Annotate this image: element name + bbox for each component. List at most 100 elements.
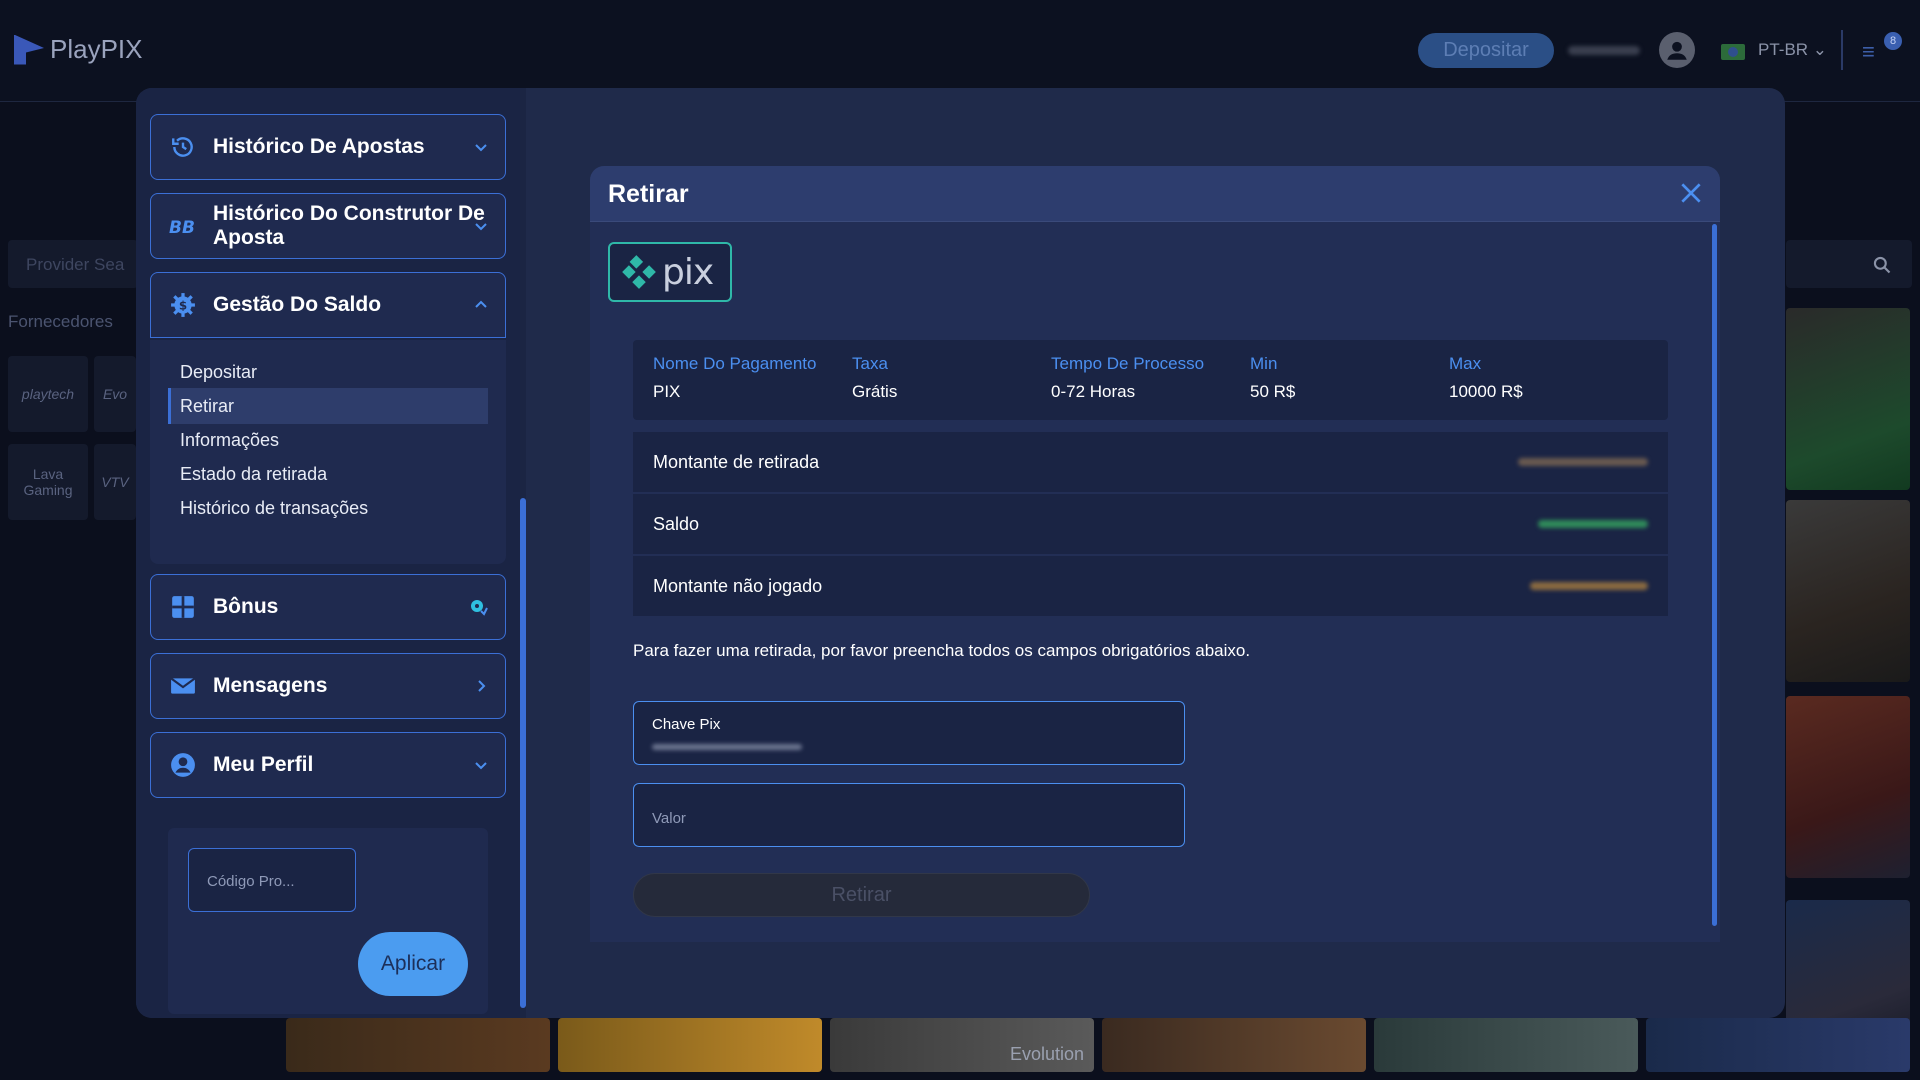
info-value: 10000 R$ bbox=[1449, 382, 1523, 401]
gift-icon bbox=[169, 593, 197, 621]
submenu-withdraw[interactable]: Retirar bbox=[168, 388, 488, 424]
amount-row-label: Saldo bbox=[653, 514, 700, 534]
provider-search-input[interactable]: Provider Sea bbox=[8, 240, 138, 288]
pix-key-field[interactable]: Chave Pix bbox=[633, 701, 1185, 765]
chevron-down-icon bbox=[475, 762, 487, 770]
svg-text:$: $ bbox=[179, 298, 187, 312]
info-column-process-time: Tempo De Processo 0-72 Horas bbox=[1051, 354, 1204, 402]
sidebar-scrollbar-thumb[interactable] bbox=[520, 498, 526, 1008]
sidebar-item-bonus[interactable]: Bônus bbox=[150, 574, 506, 640]
balance-gear-icon: $ bbox=[169, 291, 197, 319]
panel-scrollbar[interactable] bbox=[1712, 224, 1717, 926]
header-divider bbox=[1841, 30, 1843, 70]
providers-heading: Fornecedores bbox=[8, 312, 113, 331]
history-icon bbox=[169, 133, 197, 161]
brand-logo[interactable]: PlayPIX bbox=[14, 34, 143, 65]
top-bar: PlayPIX Depositar PT-BR ⌄ ≡ 8 bbox=[0, 0, 1920, 102]
sidebar-item-label: Histórico Do Construtor De Aposta bbox=[213, 202, 485, 249]
game-search-bar[interactable] bbox=[1786, 240, 1912, 288]
pix-key-value-blurred bbox=[652, 744, 802, 750]
info-value: 50 R$ bbox=[1250, 382, 1296, 401]
game-tile[interactable] bbox=[1786, 696, 1910, 878]
bonus-notification-icon bbox=[471, 600, 488, 616]
language-selector[interactable]: PT-BR ⌄ bbox=[1758, 40, 1827, 60]
account-modal: Histórico De Apostas BB Histórico Do Con… bbox=[136, 88, 1785, 1018]
sidebar-item-bet-builder-history[interactable]: BB Histórico Do Construtor De Aposta bbox=[150, 193, 506, 259]
close-icon[interactable] bbox=[1678, 180, 1704, 206]
sidebar-item-label: Gestão Do Saldo bbox=[213, 293, 382, 316]
sidebar-item-messages[interactable]: Mensagens bbox=[150, 653, 506, 719]
provider-tile[interactable]: playtech bbox=[8, 356, 88, 432]
pix-key-label: Chave Pix bbox=[652, 716, 721, 733]
provider-tile[interactable]: Evo bbox=[94, 356, 136, 432]
withdraw-submit-button[interactable]: Retirar bbox=[633, 873, 1090, 917]
chevron-down-icon bbox=[475, 144, 487, 152]
sidebar-item-label: Mensagens bbox=[213, 674, 328, 697]
game-tile[interactable] bbox=[1102, 1018, 1366, 1072]
info-header: Tempo De Processo bbox=[1051, 354, 1205, 373]
panel-header: Retirar bbox=[590, 166, 1720, 222]
pix-diamond-icon bbox=[622, 255, 656, 289]
playpix-logo-icon bbox=[14, 34, 44, 65]
payment-info-table: Nome Do Pagamento PIX Taxa Grátis Tempo … bbox=[633, 340, 1668, 420]
amount-field[interactable]: Valor bbox=[633, 783, 1185, 847]
amount-row-label: Montante não jogado bbox=[653, 576, 823, 596]
header-deposit-button[interactable]: Depositar bbox=[1418, 33, 1554, 68]
evolution-label: Evolution bbox=[1009, 1044, 1084, 1064]
provider-tile[interactable]: Lava Gaming bbox=[8, 444, 88, 520]
submenu-information[interactable]: Informações bbox=[168, 422, 488, 458]
info-column-min: Min 50 R$ bbox=[1250, 354, 1295, 402]
apply-promo-button[interactable]: Aplicar bbox=[358, 932, 468, 996]
withdrawable-amount-row: Montante de retirada bbox=[633, 432, 1668, 492]
user-avatar-icon[interactable] bbox=[1659, 32, 1695, 68]
svg-text:BB: BB bbox=[169, 218, 195, 238]
blurred-amount bbox=[1530, 582, 1648, 590]
withdraw-panel: Retirar pix Nome Do Pagamento PIX Taxa G… bbox=[590, 166, 1720, 942]
info-value: PIX bbox=[653, 382, 681, 401]
sidebar-item-profile[interactable]: Meu Perfil bbox=[150, 732, 506, 798]
user-icon bbox=[169, 751, 197, 779]
sidebar-item-label: Histórico De Apostas bbox=[213, 135, 425, 158]
blurred-amount bbox=[1538, 520, 1648, 528]
game-tile[interactable] bbox=[1786, 308, 1910, 490]
promo-code-box: Código Pro... Aplicar bbox=[168, 828, 488, 1014]
info-column-max: Max 10000 R$ bbox=[1449, 354, 1523, 402]
brazil-flag-icon[interactable] bbox=[1721, 44, 1745, 60]
game-tile[interactable] bbox=[558, 1018, 822, 1072]
hamburger-menu-icon[interactable]: ≡ bbox=[1862, 39, 1875, 65]
submenu-transaction-history[interactable]: Histórico de transações bbox=[168, 490, 488, 526]
sidebar-item-label: Meu Perfil bbox=[213, 753, 314, 776]
sidebar-item-label: Bônus bbox=[213, 595, 279, 618]
game-tile[interactable]: Evolution bbox=[830, 1018, 1094, 1072]
info-value: 0-72 Horas bbox=[1051, 382, 1136, 401]
submenu-withdrawal-status[interactable]: Estado da retirada bbox=[168, 456, 488, 492]
game-tile[interactable] bbox=[1646, 1018, 1910, 1072]
chevron-up-icon bbox=[475, 300, 487, 308]
game-tile[interactable] bbox=[1374, 1018, 1638, 1072]
pix-logo-text: pix bbox=[662, 251, 714, 293]
promo-code-input[interactable]: Código Pro... bbox=[188, 848, 356, 912]
info-header: Min bbox=[1250, 354, 1278, 373]
header-balance-blurred bbox=[1568, 46, 1640, 55]
game-tile[interactable] bbox=[1786, 500, 1910, 682]
bet-builder-icon: BB bbox=[169, 212, 197, 240]
info-header: Nome Do Pagamento bbox=[653, 354, 817, 373]
account-sidebar: Histórico De Apostas BB Histórico Do Con… bbox=[136, 88, 522, 1018]
provider-tile[interactable]: VTV bbox=[94, 444, 136, 520]
panel-title: Retirar bbox=[608, 180, 689, 208]
pix-payment-method[interactable]: pix bbox=[608, 242, 732, 302]
game-tile[interactable] bbox=[286, 1018, 550, 1072]
withdraw-instruction-text: Para fazer uma retirada, por favor preen… bbox=[633, 641, 1251, 660]
info-column-payment-name: Nome Do Pagamento PIX bbox=[653, 354, 816, 402]
search-icon[interactable] bbox=[1872, 255, 1892, 275]
sidebar-item-balance-management[interactable]: $ Gestão Do Saldo bbox=[150, 272, 506, 338]
blurred-amount bbox=[1518, 458, 1648, 466]
info-column-fee: Taxa Grátis bbox=[852, 354, 897, 402]
sidebar-item-bet-history[interactable]: Histórico De Apostas bbox=[150, 114, 506, 180]
info-value: Grátis bbox=[852, 382, 898, 401]
balance-submenu: Depositar Retirar Informações Estado da … bbox=[150, 340, 506, 564]
brand-name: PlayPIX bbox=[50, 34, 143, 64]
submenu-deposit[interactable]: Depositar bbox=[168, 354, 488, 390]
envelope-icon bbox=[169, 672, 197, 700]
info-header: Max bbox=[1449, 354, 1482, 373]
